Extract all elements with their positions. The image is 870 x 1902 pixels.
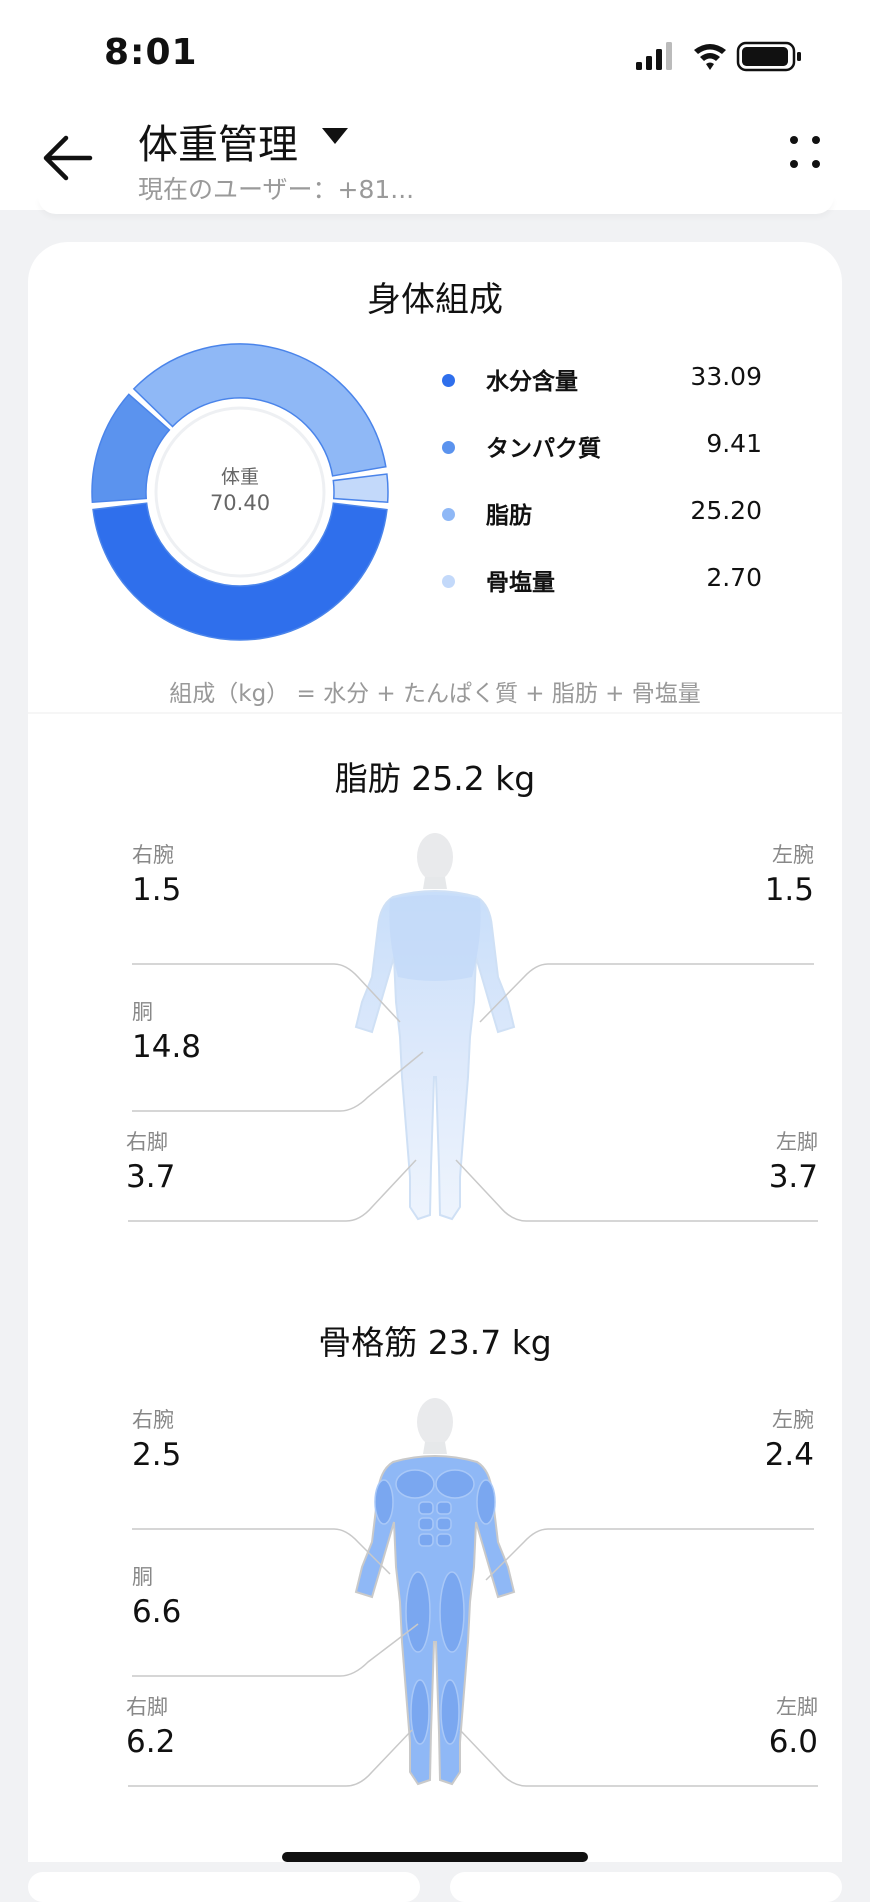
dot-icon: [790, 136, 798, 144]
legend-item-water: 水分含量 33.09: [442, 360, 782, 427]
legend-dot: [442, 508, 455, 521]
next-card-left: [28, 1872, 420, 1902]
fat-section-title: 脂肪 25.2 kg: [334, 759, 536, 798]
page-title[interactable]: 体重管理: [138, 112, 298, 170]
legend-item-bone-mineral: 骨塩量 2.70: [442, 561, 782, 628]
muscle-left-leg-value: 6.0: [768, 1724, 818, 1760]
muscle-figure-icon: [354, 1398, 516, 1786]
fat-torso-label: 胴: [132, 1000, 153, 1024]
donut-center-label: 体重 70.40: [90, 464, 390, 516]
muscle-right-arm-value: 2.5: [132, 1437, 182, 1473]
weight-value: 70.40: [209, 491, 271, 515]
fat-right-leg-value: 3.7: [126, 1159, 176, 1195]
muscle-section-title: 骨格筋 23.7 kg: [318, 1323, 552, 1362]
fat-left-leg-label: 左脚: [776, 1130, 818, 1154]
muscle-right-leg-value: 6.2: [126, 1724, 176, 1760]
fat-right-leg-label: 右脚: [126, 1130, 168, 1154]
more-menu-button[interactable]: [780, 128, 830, 178]
legend-dot: [442, 374, 455, 387]
body-silhouette-icon: [354, 833, 516, 1221]
app-header: [0, 110, 870, 210]
dot-icon: [790, 160, 798, 168]
wifi-icon: [694, 44, 726, 70]
weight-label: 体重: [220, 466, 259, 488]
legend-label: タンパク質: [486, 436, 601, 462]
fat-torso-value: 14.8: [132, 1029, 202, 1065]
battery-icon: [736, 41, 801, 72]
muscle-torso-value: 6.6: [132, 1594, 182, 1630]
legend-value: 9.41: [706, 429, 762, 458]
muscle-left-leg-label: 左脚: [776, 1695, 818, 1719]
home-indicator[interactable]: [282, 1852, 588, 1862]
legend-dot: [442, 575, 455, 588]
fat-right-arm-label: 右腕: [132, 843, 174, 867]
fat-left-leg-value: 3.7: [768, 1159, 818, 1195]
dropdown-caret-icon[interactable]: [322, 128, 348, 144]
dot-icon: [812, 136, 820, 144]
legend-value: 2.70: [706, 563, 762, 592]
legend-value: 25.20: [690, 496, 762, 525]
legend-item-fat: 脂肪 25.20: [442, 494, 782, 561]
signal-icon: [636, 42, 672, 70]
muscle-torso-label: 胴: [132, 1565, 153, 1589]
fat-left-arm-label: 左腕: [772, 843, 814, 867]
muscle-right-arm-label: 右腕: [132, 1408, 174, 1432]
muscle-left-arm-value: 2.4: [764, 1437, 814, 1473]
legend-label: 骨塩量: [486, 570, 555, 596]
status-time: 8:01: [104, 32, 198, 73]
status-bar: 8:01: [0, 0, 870, 110]
section-divider: [28, 712, 842, 714]
current-user-label: 現在のユーザー：+81...: [138, 175, 415, 204]
legend-label: 水分含量: [486, 369, 578, 395]
fat-left-arm-value: 1.5: [764, 872, 814, 908]
fat-right-arm-value: 1.5: [132, 872, 182, 908]
legend-dot: [442, 441, 455, 454]
legend-label: 脂肪: [486, 503, 532, 529]
legend-item-protein: タンパク質 9.41: [442, 427, 782, 494]
back-arrow-icon: [43, 135, 93, 181]
status-icons: [636, 40, 816, 78]
back-button[interactable]: [40, 128, 100, 188]
legend-value: 33.09: [690, 362, 762, 391]
muscle-right-leg-label: 右脚: [126, 1695, 168, 1719]
body-composition-card: 身体組成 体重 70.40 水分含量 33.09 タンパク質 9.41 脂肪 2…: [28, 242, 842, 1862]
dot-icon: [812, 160, 820, 168]
next-card-right: [450, 1872, 842, 1902]
composition-legend: 水分含量 33.09 タンパク質 9.41 脂肪 25.20 骨塩量 2.70: [442, 360, 782, 628]
composition-formula: 組成（kg） = 水分 + たんぱく質 + 脂肪 + 骨塩量: [169, 681, 701, 707]
muscle-left-arm-label: 左腕: [772, 1408, 814, 1432]
composition-title: 身体組成: [367, 280, 503, 320]
